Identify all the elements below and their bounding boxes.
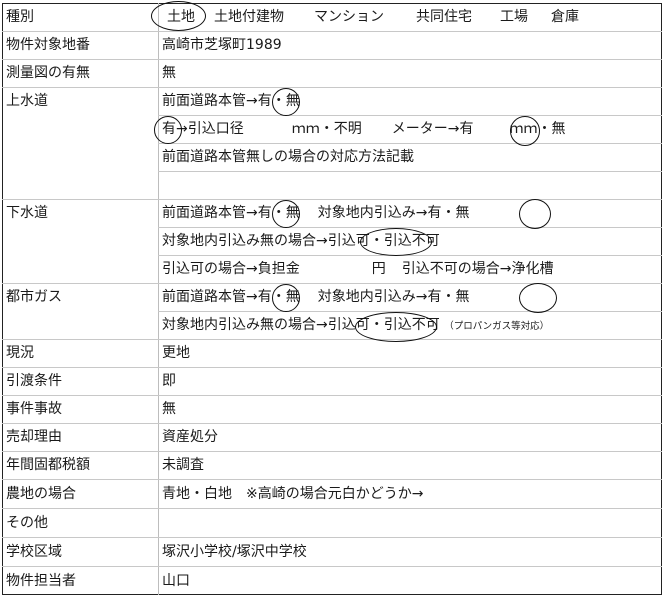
row-divider <box>158 115 662 116</box>
sewer-label: 下水道 <box>6 205 48 221</box>
school-value: 塚沢小学校/塚沢中学校 <box>162 544 307 560</box>
farmland-value: 青地・白地 ※高崎の場合元白かどうか→ <box>162 486 424 502</box>
row-divider <box>158 227 662 228</box>
row-divider <box>2 87 662 88</box>
property-info-sheet: 種別 土地 土地付建物 マンション 共同住宅 工場 倉庫 物件対象地番 高崎市芝… <box>0 0 665 599</box>
type-option: 土地付建物 <box>214 9 284 25</box>
water-yes-circle <box>272 88 300 116</box>
type-option: 工場 <box>500 9 528 25</box>
gas-inside-no-circle <box>519 283 557 313</box>
meter-yes-circle <box>510 116 540 146</box>
tax-label: 年間固都税額 <box>6 457 90 473</box>
lot-value: 高崎市芝塚町1989 <box>162 37 282 53</box>
sewer-yes-circle <box>272 200 300 228</box>
row-divider <box>2 283 662 284</box>
type-label: 種別 <box>6 9 34 25</box>
row-divider <box>2 537 662 538</box>
sewer-inside-no-circle <box>519 199 551 229</box>
selection-circle <box>151 1 206 31</box>
type-option: マンション <box>314 9 384 25</box>
other-label: その他 <box>6 515 48 531</box>
row-divider <box>2 423 662 424</box>
tax-value: 未調査 <box>162 457 204 473</box>
row-divider <box>2 31 662 32</box>
water-label: 上水道 <box>6 93 48 109</box>
type-option: 倉庫 <box>551 9 579 25</box>
row-divider <box>158 311 662 312</box>
sewer-line1: 前面道路本管→有・無 対象地内引込み→有・無 <box>162 205 470 221</box>
school-label: 学校区域 <box>6 544 62 560</box>
reason-label: 売却理由 <box>6 429 62 445</box>
row-divider <box>158 255 662 256</box>
gas-yes-circle <box>272 284 300 312</box>
delivery-label: 引渡条件 <box>6 373 62 389</box>
water-yes-circle <box>154 116 182 144</box>
row-divider <box>2 479 662 480</box>
row-divider <box>2 508 662 509</box>
row-divider <box>2 59 662 60</box>
row-divider <box>2 339 662 340</box>
survey-value: 無 <box>162 65 176 81</box>
incident-value: 無 <box>162 401 176 417</box>
delivery-value: 即 <box>162 373 176 389</box>
sewer-line3: 引込可の場合→負担金円引込不可の場合→浄化槽 <box>162 261 554 277</box>
row-divider <box>2 451 662 452</box>
row-divider <box>2 566 662 567</box>
lot-label: 物件対象地番 <box>6 37 90 53</box>
status-value: 更地 <box>162 345 190 361</box>
column-divider <box>158 3 159 595</box>
water-line3: 前面道路本管無しの場合の対応方法記載 <box>162 149 414 165</box>
row-divider <box>158 143 662 144</box>
row-divider <box>2 367 662 368</box>
status-label: 現況 <box>6 345 34 361</box>
gas-line1: 前面道路本管→有・無 対象地内引込み→有・無 <box>162 289 470 305</box>
row-divider <box>2 199 662 200</box>
agent-label: 物件担当者 <box>6 573 76 589</box>
row-divider <box>158 171 662 172</box>
reason-value: 資産処分 <box>162 429 218 445</box>
gas-label: 都市ガス <box>6 289 62 305</box>
sewer-ok-circle <box>360 228 432 256</box>
farmland-label: 農地の場合 <box>6 486 76 502</box>
agent-value: 山口 <box>162 573 190 589</box>
incident-label: 事件事故 <box>6 401 62 417</box>
gas-ok-circle <box>355 312 437 342</box>
type-option: 共同住宅 <box>416 9 472 25</box>
row-divider <box>2 395 662 396</box>
survey-label: 測量図の有無 <box>6 65 90 81</box>
water-line2: 有→引込口径 ｍｍ・不明 メーター→有 ｍｍ・無 <box>162 121 566 137</box>
